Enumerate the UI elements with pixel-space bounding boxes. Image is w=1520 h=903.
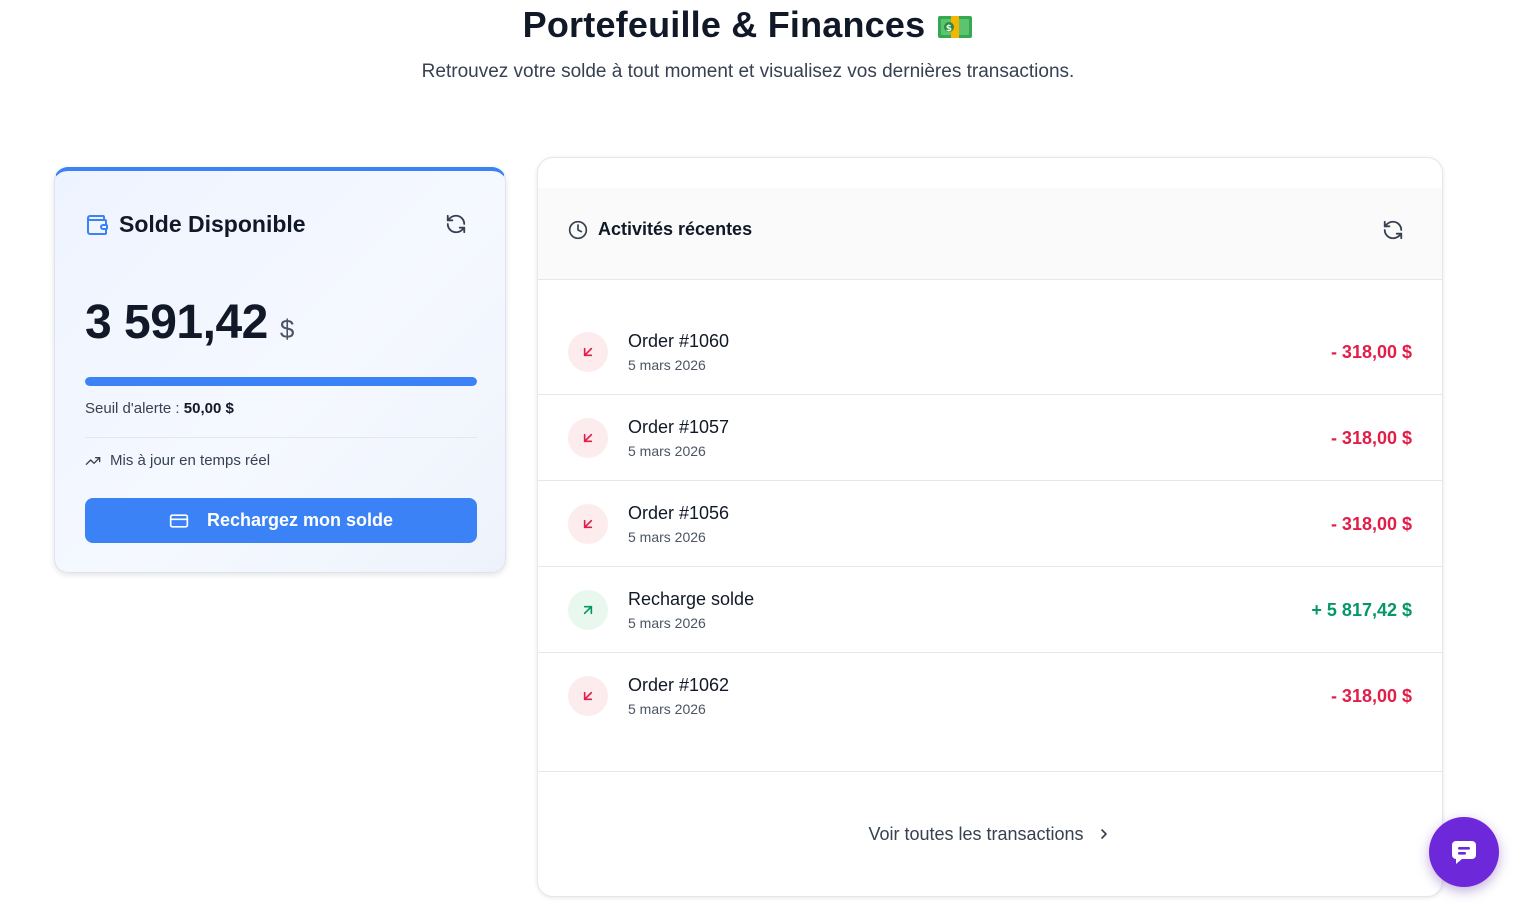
chat-bubble-icon [1452,841,1476,864]
live-update-note: Mis à jour en temps réel [85,452,270,469]
transaction-date: 5 mars 2026 [628,443,706,459]
transaction-row[interactable]: Order #1062 5 mars 2026 - 318,00 $ [538,653,1442,739]
balance-progress-bar [85,377,477,386]
transaction-name: Order #1060 [628,331,730,351]
transaction-date: 5 mars 2026 [628,701,706,717]
balance-value: 3 591,42 [85,296,268,349]
chevron-right-icon [1096,826,1112,847]
credit-card-icon [169,511,189,531]
transaction-row[interactable]: Order #1057 5 mars 2026 - 318,00 $ [538,395,1442,481]
recent-activity-header: Activités récentes [538,188,1442,280]
transaction-name: Recharge solde [628,589,755,609]
arrow-down-left-icon [568,332,608,372]
transaction-date: 5 mars 2026 [628,615,706,631]
arrow-up-right-icon [568,590,608,630]
chat-button[interactable] [1429,817,1499,887]
transaction-amount: + 5 817,42 $ [1311,600,1412,620]
divider [538,771,1442,772]
arrow-down-left-icon [568,504,608,544]
view-all-label: Voir toutes les transactions [868,824,1084,844]
refresh-icon [1383,220,1403,240]
balance-amount: 3 591,42 $ [85,295,294,350]
transaction-amount: - 318,00 $ [1330,342,1412,362]
wallet-icon [85,213,109,237]
recharge-balance-button[interactable]: Rechargez mon solde [85,498,477,543]
view-all-transactions-link[interactable]: Voir toutes les transactions [538,824,1442,847]
transaction-list: Order #1060 5 mars 2026 - 318,00 $ Order… [538,309,1442,739]
alert-threshold: Seuil d'alerte : 50,00 $ [85,400,234,417]
transaction-row[interactable]: Order #1056 5 mars 2026 - 318,00 $ [538,481,1442,567]
threshold-label: Seuil d'alerte : [85,400,184,417]
balance-title: Solde Disponible [119,211,306,237]
transaction-row[interactable]: Recharge solde 5 mars 2026 + 5 817,42 $ [538,567,1442,653]
svg-text:$: $ [946,24,952,34]
balance-progress-fill [85,377,477,386]
transaction-amount: - 318,00 $ [1330,686,1412,706]
transaction-amount: - 318,00 $ [1330,428,1412,448]
recharge-button-label: Rechargez mon solde [206,510,394,530]
page-title: Portefeuille & Finances $ [0,4,1496,50]
arrow-down-left-icon [568,676,608,716]
recent-activity-title: Activités récentes [598,219,753,239]
transaction-row[interactable]: Order #1060 5 mars 2026 - 318,00 $ [538,309,1442,395]
transaction-amount: - 318,00 $ [1330,514,1412,534]
trending-up-icon [85,453,101,469]
page-title-text: Portefeuille & Finances [522,4,926,45]
balance-card: Solde Disponible 3 591,42 $ Seuil d'aler… [54,167,506,573]
page-subtitle: Retrouvez votre solde à tout moment et v… [421,61,1075,82]
balance-card-header: Solde Disponible [85,211,306,238]
divider [85,437,477,438]
transaction-name: Order #1057 [628,417,730,437]
transaction-date: 5 mars 2026 [628,529,706,545]
clock-icon [568,220,588,245]
arrow-down-left-icon [568,418,608,458]
recent-activity-card: Activités récentes Order #1060 5 mars 20… [537,157,1443,897]
transaction-name: Order #1056 [628,503,730,523]
activity-refresh-button[interactable] [1382,219,1404,241]
transaction-date: 5 mars 2026 [628,357,706,373]
money-icon: $ [937,8,973,50]
transaction-name: Order #1062 [628,675,730,695]
balance-currency: $ [279,314,295,344]
threshold-value: 50,00 $ [183,400,234,417]
live-update-label: Mis à jour en temps réel [110,452,271,469]
balance-refresh-button[interactable] [445,213,467,235]
refresh-icon [446,214,466,234]
